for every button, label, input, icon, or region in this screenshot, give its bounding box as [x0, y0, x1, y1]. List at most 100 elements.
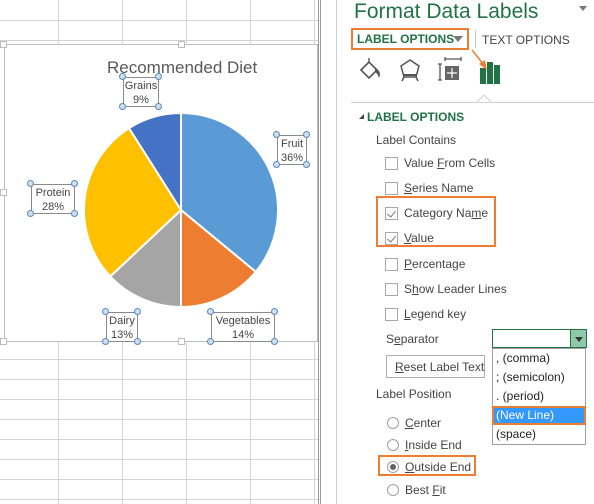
data-label-value: 9%	[133, 94, 149, 106]
checkbox-unchecked[interactable]	[385, 257, 398, 271]
label-resize-handle[interactable]	[273, 161, 280, 168]
checkbox-unchecked[interactable]	[385, 156, 398, 170]
separator-option[interactable]: , (comma)	[493, 349, 585, 368]
pane-splitter[interactable]	[318, 0, 321, 504]
label-resize-handle[interactable]	[207, 308, 214, 315]
bar-chart-icon	[480, 62, 500, 84]
size-properties-icon	[438, 57, 462, 81]
tab-text-options[interactable]: TEXT OPTIONS	[482, 33, 570, 47]
data-label-category: Vegetables	[215, 315, 271, 327]
radio-label: Best Fit	[405, 483, 446, 497]
checkbox-unchecked[interactable]	[385, 282, 398, 296]
radio-unselected[interactable]	[387, 484, 399, 496]
radio-label: Inside End	[405, 438, 462, 452]
data-label-value: 14%	[231, 329, 255, 341]
checkbox-row[interactable]: Series Name	[385, 180, 473, 196]
collapse-triangle-icon[interactable]	[359, 114, 364, 119]
label-resize-handle[interactable]	[303, 161, 310, 168]
pentagon-effects-icon	[400, 59, 420, 82]
separator-label-text: parator	[400, 332, 439, 346]
tabs-underline	[351, 102, 594, 103]
radio-row[interactable]: Inside End	[387, 437, 462, 453]
separator-dropdown-button[interactable]	[570, 330, 586, 347]
active-tab-indicator-icon	[477, 94, 491, 103]
label-resize-handle[interactable]	[155, 73, 162, 80]
caret-down-icon	[453, 36, 463, 42]
separator-label: Separator	[386, 332, 439, 346]
separator-label-accel: e	[394, 332, 401, 346]
label-resize-handle[interactable]	[119, 103, 126, 110]
checkbox-unchecked[interactable]	[385, 307, 398, 321]
label-resize-handle[interactable]	[271, 308, 278, 315]
label-resize-handle[interactable]	[71, 180, 78, 187]
highlight-box	[376, 196, 496, 247]
separator-option[interactable]: (New Line)	[492, 406, 586, 425]
checkbox-label: Show Leader Lines	[404, 282, 507, 296]
label-options-tab[interactable]	[478, 56, 504, 86]
checkbox-row[interactable]: Value From Cells	[385, 155, 495, 171]
label-resize-handle[interactable]	[303, 131, 310, 138]
checkbox-label: Series Name	[404, 181, 474, 195]
radio-row[interactable]: Center	[387, 415, 441, 431]
label-resize-handle[interactable]	[27, 210, 34, 217]
checkbox-label: Value From Cells	[404, 156, 496, 170]
caret-down-icon	[575, 337, 583, 342]
fill-line-tab[interactable]	[357, 56, 383, 86]
tab-label-options-label: LABEL OPTIONS	[357, 32, 455, 46]
label-resize-handle[interactable]	[102, 338, 109, 345]
data-label-category: Grains	[124, 80, 158, 92]
tab-label-options[interactable]: LABEL OPTIONS	[351, 28, 469, 50]
section-header-label-options[interactable]: LABEL OPTIONS	[367, 110, 464, 124]
tab-separator	[475, 30, 476, 48]
data-label-value: 13%	[110, 329, 134, 341]
data-label-fruit[interactable]: Fruit 36%	[277, 135, 307, 165]
reset-button-accel: R	[395, 360, 404, 374]
pane-options-caret-icon[interactable]	[579, 6, 587, 11]
label-resize-handle[interactable]	[271, 338, 278, 345]
separator-option[interactable]: (space)	[493, 425, 585, 444]
label-resize-handle[interactable]	[71, 210, 78, 217]
radio-unselected[interactable]	[387, 439, 399, 451]
data-label-value: 28%	[41, 201, 65, 213]
data-label-category: Dairy	[109, 315, 135, 327]
highlight-box	[378, 455, 476, 476]
data-label-category: Fruit	[281, 138, 303, 150]
separator-label-text: S	[386, 332, 395, 346]
label-contains-heading: Label Contains	[376, 133, 457, 147]
checkbox-label: Percentage	[404, 257, 466, 271]
radio-row[interactable]: Best Fit	[387, 482, 446, 498]
label-resize-handle[interactable]	[155, 103, 162, 110]
label-resize-handle[interactable]	[27, 180, 34, 187]
checkbox-label: Legend key	[404, 307, 467, 321]
checkbox-unchecked[interactable]	[385, 181, 398, 195]
radio-unselected[interactable]	[387, 417, 399, 429]
label-resize-handle[interactable]	[102, 308, 109, 315]
effects-tab[interactable]	[397, 56, 423, 86]
reset-button-label: eset Label Text	[403, 360, 485, 374]
data-label-protein[interactable]: Protein 28%	[31, 184, 75, 214]
paint-bucket-icon	[359, 58, 380, 80]
size-properties-tab[interactable]	[437, 56, 463, 86]
radio-label: Center	[405, 416, 442, 430]
reset-label-text-button[interactable]: Reset Label Text	[386, 355, 485, 378]
data-label-vegetables[interactable]: Vegetables 14%	[211, 312, 275, 342]
label-resize-handle[interactable]	[134, 338, 141, 345]
data-label-dairy[interactable]: Dairy 13%	[106, 312, 138, 342]
checkbox-row[interactable]: Percentage	[385, 256, 465, 272]
label-position-heading: Label Position	[376, 387, 452, 401]
data-label-grains[interactable]: Grains 9%	[123, 77, 159, 107]
separator-option[interactable]: ; (semicolon)	[493, 368, 585, 387]
checkbox-row[interactable]: Legend key	[385, 306, 466, 322]
label-resize-handle[interactable]	[207, 338, 214, 345]
checkbox-row[interactable]: Show Leader Lines	[385, 281, 507, 297]
format-data-labels-pane: Format Data Labels LABEL OPTIONS TEXT OP…	[337, 0, 594, 504]
label-resize-handle[interactable]	[119, 73, 126, 80]
label-resize-handle[interactable]	[134, 308, 141, 315]
spreadsheet-grid[interactable]: Recommended Diet Fruit 36% Vegetables 14% Da…	[0, 0, 318, 504]
separator-option[interactable]: . (period)	[493, 387, 585, 406]
separator-dropdown-list: , (comma); (semicolon). (period) (New Lin…	[492, 348, 586, 445]
separator-select[interactable]	[492, 329, 587, 348]
pane-title: Format Data Labels	[354, 0, 539, 23]
label-resize-handle[interactable]	[273, 131, 280, 138]
data-label-category: Protein	[35, 187, 71, 199]
